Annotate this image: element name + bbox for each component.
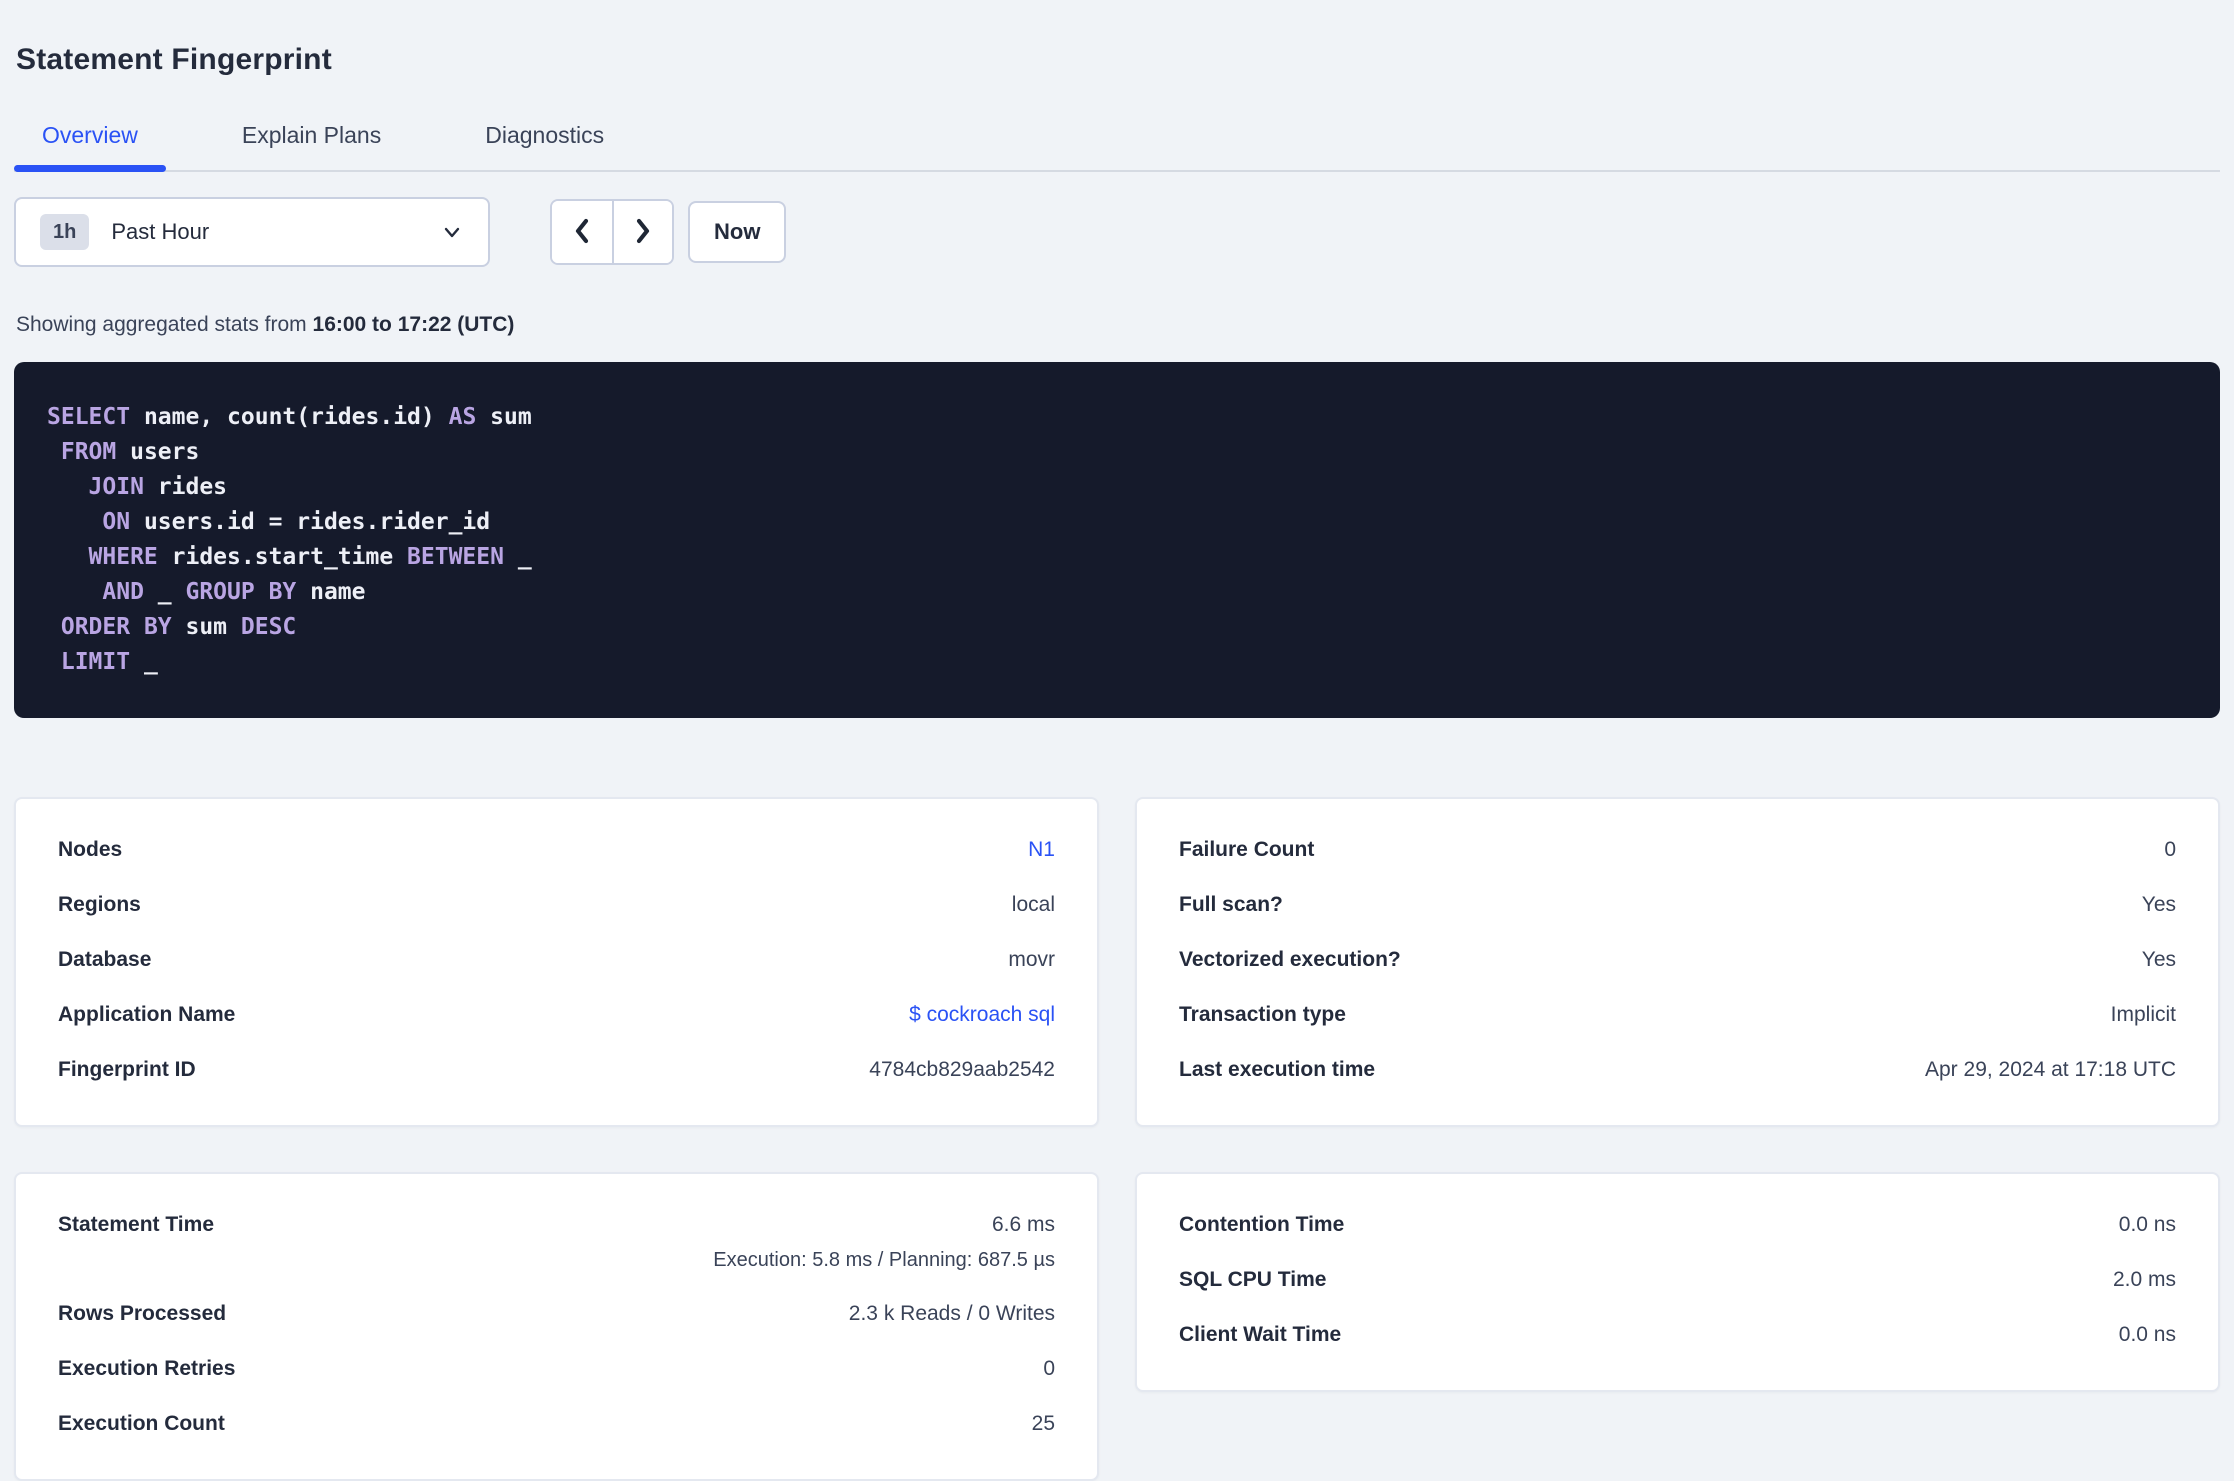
time-nav-group (550, 199, 674, 266)
row-label: Execution Retries (58, 1357, 236, 1381)
timing-card-right: Contention Time 0.0 ns SQL CPU Time 2.0 … (1135, 1172, 2220, 1393)
sql-line: JOIN rides (88, 474, 228, 501)
card-row-execution-count: Execution Count 25 (58, 1411, 1055, 1437)
sql-line: ON users.id = rides.rider_id (102, 509, 491, 536)
row-label: Application Name (58, 1003, 236, 1027)
tab-diagnostics[interactable]: Diagnostics (457, 120, 632, 170)
sql-statement-box: SELECT name, count(rides.id) AS sum FROM… (14, 362, 2220, 719)
row-label: Contention Time (1179, 1213, 1345, 1237)
card-row-client-wait-time: Client Wait Time 0.0 ns (1179, 1322, 2176, 1348)
sql-line: LIMIT _ (60, 649, 158, 676)
row-label: Fingerprint ID (58, 1058, 196, 1082)
tab-overview[interactable]: Overview (14, 120, 166, 173)
row-label: Nodes (58, 838, 123, 862)
stats-prefix: Showing aggregated stats from (16, 313, 313, 337)
prev-time-button[interactable] (552, 201, 612, 264)
time-range-dropdown[interactable]: 1h Past Hour (14, 197, 490, 268)
row-label: Transaction type (1179, 1003, 1346, 1027)
aggregated-stats-summary: Showing aggregated stats from 16:00 to 1… (16, 311, 2220, 338)
row-value: movr (1008, 948, 1055, 972)
row-value: Implicit (2110, 1003, 2176, 1027)
row-label: Statement Time (58, 1213, 214, 1237)
card-row-execution-retries: Execution Retries 0 (58, 1356, 1055, 1382)
chevron-left-icon (570, 214, 594, 251)
tab-bar: Overview Explain Plans Diagnostics (14, 120, 2220, 173)
card-row-fingerprint-id: Fingerprint ID 4784cb829aab2542 (58, 1057, 1055, 1083)
row-value: 0 (2164, 838, 2176, 862)
next-time-button[interactable] (612, 201, 672, 264)
nodes-link[interactable]: N1 (1028, 837, 1055, 863)
row-label: Client Wait Time (1179, 1323, 1342, 1347)
row-value: 0 (1043, 1357, 1055, 1381)
chevron-right-icon (631, 214, 655, 251)
row-value: 4784cb829aab2542 (869, 1058, 1055, 1082)
row-label: Vectorized execution? (1179, 948, 1401, 972)
tab-explain-plans[interactable]: Explain Plans (214, 120, 409, 170)
row-value: 0.0 ns (2118, 1323, 2176, 1347)
card-row-vectorized: Vectorized execution? Yes (1179, 947, 2176, 973)
card-row-nodes: Nodes N1 (58, 837, 1055, 863)
row-value: 2.3 k Reads / 0 Writes (848, 1302, 1055, 1326)
row-value: local (1011, 893, 1055, 917)
card-row-regions: Regions local (58, 892, 1055, 918)
card-row-full-scan: Full scan? Yes (1179, 892, 2176, 918)
row-value: 2.0 ms (2112, 1268, 2176, 1292)
card-row-database: Database movr (58, 947, 1055, 973)
summary-card-left: Nodes N1 Regions local Database movr App… (14, 797, 1099, 1128)
card-row-statement-time: Statement Time 6.6 ms Execution: 5.8 ms … (58, 1212, 1055, 1272)
row-label: Rows Processed (58, 1302, 227, 1326)
row-label: SQL CPU Time (1179, 1268, 1327, 1292)
card-row-transaction-type: Transaction type Implicit (1179, 1002, 2176, 1028)
sql-line: SELECT name, count(rides.id) AS sum (47, 404, 532, 431)
sql-line: AND _ GROUP BY name (102, 579, 366, 606)
card-row-last-execution-time: Last execution time Apr 29, 2024 at 17:1… (1179, 1057, 2176, 1083)
chevron-down-icon (440, 220, 464, 244)
sql-line: FROM users (60, 439, 200, 466)
row-label: Regions (58, 893, 141, 917)
sql-line: ORDER BY sum DESC (60, 614, 297, 641)
summary-card-right: Failure Count 0 Full scan? Yes Vectorize… (1135, 797, 2220, 1128)
row-value: 25 (1031, 1412, 1055, 1436)
row-value: 0.0 ns (2118, 1213, 2176, 1237)
row-value: Yes (2141, 893, 2176, 917)
card-row-contention-time: Contention Time 0.0 ns (1179, 1212, 2176, 1238)
row-value: 6.6 ms (991, 1213, 1055, 1237)
card-row-application-name: Application Name $ cockroach sql (58, 1002, 1055, 1028)
time-range-badge: 1h (40, 214, 90, 251)
card-row-failure-count: Failure Count 0 (1179, 837, 2176, 863)
row-label: Execution Count (58, 1412, 225, 1436)
time-toolbar: 1h Past Hour Now (14, 197, 2220, 268)
row-label: Failure Count (1179, 838, 1315, 862)
statement-time-breakdown: Execution: 5.8 ms / Planning: 687.5 µs (713, 1249, 1055, 1272)
timing-card-left: Statement Time 6.6 ms Execution: 5.8 ms … (14, 1172, 1099, 1481)
stats-range: 16:00 to 17:22 (UTC) (312, 313, 515, 337)
application-name-link[interactable]: $ cockroach sql (909, 1002, 1055, 1028)
statement-fingerprint-page: Statement Fingerprint Overview Explain P… (0, 0, 2234, 1481)
sql-line: WHERE rides.start_time BETWEEN _ (88, 544, 532, 571)
row-label: Database (58, 948, 152, 972)
time-range-label: Past Hour (111, 219, 210, 245)
row-label: Last execution time (1179, 1058, 1376, 1082)
now-button[interactable]: Now (688, 201, 787, 264)
row-value: Apr 29, 2024 at 17:18 UTC (1925, 1058, 2176, 1082)
card-row-rows-processed: Rows Processed 2.3 k Reads / 0 Writes (58, 1301, 1055, 1327)
row-label: Full scan? (1179, 893, 1283, 917)
card-row-sql-cpu-time: SQL CPU Time 2.0 ms (1179, 1267, 2176, 1293)
row-value: Yes (2141, 948, 2176, 972)
page-title: Statement Fingerprint (16, 43, 332, 77)
